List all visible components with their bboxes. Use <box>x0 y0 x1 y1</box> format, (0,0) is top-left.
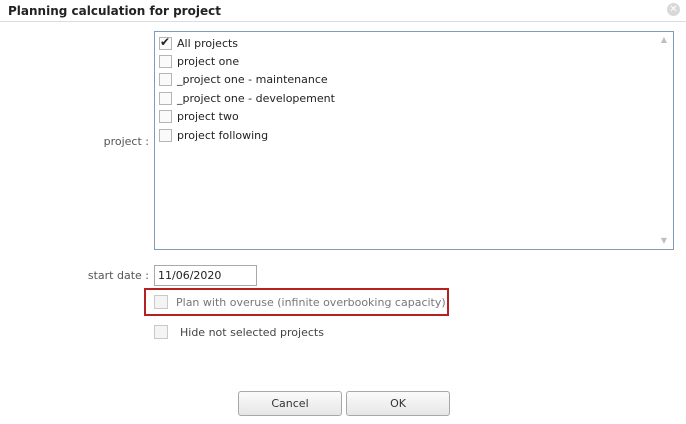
project-listbox[interactable]: All projects project one _project one - ma… <box>154 31 674 250</box>
project-list-item[interactable]: project following <box>159 126 268 144</box>
project-list: All projects project one _project one - ma… <box>157 34 655 247</box>
dialog-title: Planning calculation for project <box>8 4 221 18</box>
dialog-titlebar: Planning calculation for project ✕ <box>0 0 686 22</box>
close-icon[interactable]: ✕ <box>667 3 680 16</box>
project-item-label: project following <box>177 128 269 142</box>
project-list-item[interactable]: _project one - developement <box>159 89 335 107</box>
overuse-checkbox[interactable] <box>154 295 168 309</box>
project-list-item[interactable]: All projects <box>159 34 238 52</box>
project-item-label: project two <box>177 110 239 124</box>
project-item-label: _project one - maintenance <box>177 73 328 87</box>
project-item-label: _project one - developement <box>177 91 335 105</box>
project-checkbox[interactable] <box>159 35 172 50</box>
project-list-item[interactable]: project two <box>159 108 239 126</box>
project-item-label: project one <box>177 54 240 68</box>
project-checkbox[interactable] <box>159 91 172 105</box>
overuse-label: Plan with overuse (infinite overbooking … <box>176 295 446 309</box>
project-checkbox[interactable] <box>159 128 172 142</box>
project-checkbox[interactable] <box>159 54 172 68</box>
hide-checkbox[interactable] <box>154 325 168 339</box>
overuse-option[interactable]: Plan with overuse (infinite overbooking … <box>154 295 446 309</box>
project-checkbox[interactable] <box>159 73 172 87</box>
start-date-input[interactable] <box>154 265 257 286</box>
planning-dialog: Planning calculation for project ✕ proje… <box>0 0 686 424</box>
scroll-up-icon[interactable]: ▲ <box>656 33 672 47</box>
hide-option[interactable]: Hide not selected projects <box>154 325 324 339</box>
project-list-item[interactable]: _project one - maintenance <box>159 71 328 89</box>
project-label: project : <box>103 135 149 148</box>
project-checkbox[interactable] <box>159 110 172 124</box>
cancel-button[interactable]: Cancel <box>238 391 342 416</box>
listbox-scrollbar[interactable]: ▲ ▼ <box>656 33 672 248</box>
project-list-item[interactable]: project one <box>159 52 239 70</box>
ok-button[interactable]: OK <box>346 391 450 416</box>
project-item-label: All projects <box>177 36 239 50</box>
start-date-label: start date : <box>87 269 149 282</box>
hide-label: Hide not selected projects <box>180 325 324 339</box>
scroll-down-icon[interactable]: ▼ <box>656 234 672 248</box>
